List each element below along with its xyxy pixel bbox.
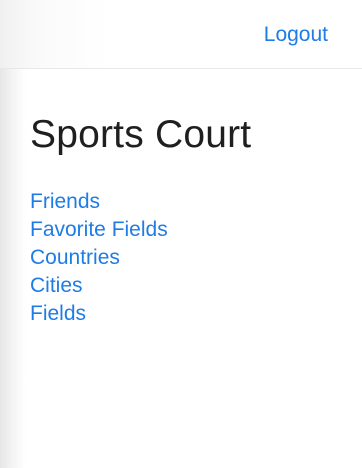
top-navbar: Logout [0,0,362,69]
cities-link[interactable]: Cities [30,274,83,297]
fields-link[interactable]: Fields [30,302,86,325]
friends-link[interactable]: Friends [30,190,100,213]
left-edge-shadow [0,0,26,468]
logout-link[interactable]: Logout [264,22,328,48]
list-item: Favorite Fields [30,216,168,244]
list-item: Fields [30,300,168,328]
countries-link[interactable]: Countries [30,246,120,269]
nav-link-list: Friends Favorite Fields Countries Cities… [30,188,168,328]
list-item: Cities [30,272,168,300]
page-title: Sports Court [30,113,252,156]
list-item: Countries [30,244,168,272]
list-item: Friends [30,188,168,216]
favorite-fields-link[interactable]: Favorite Fields [30,218,168,241]
